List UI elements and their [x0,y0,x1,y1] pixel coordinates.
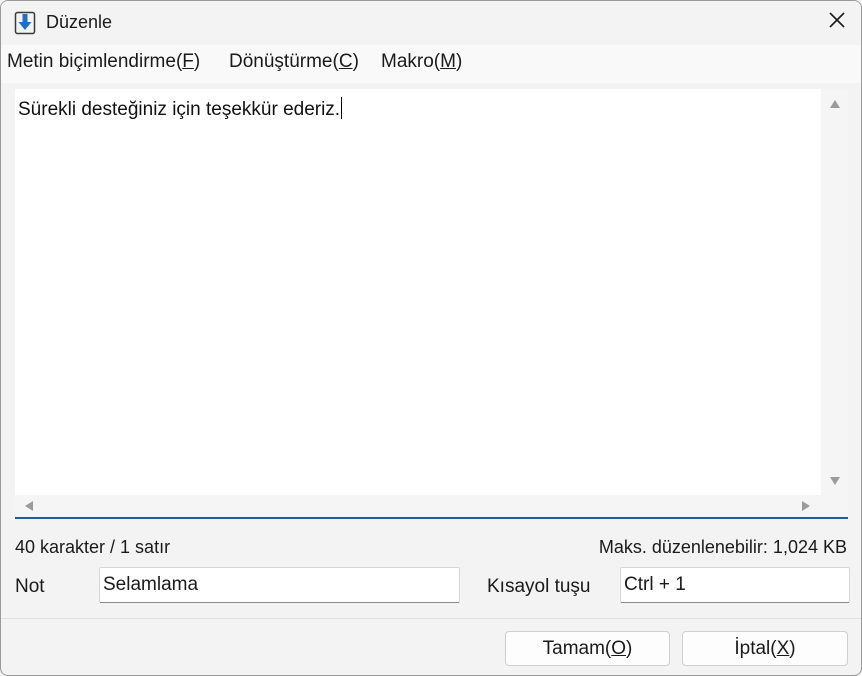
scrollbar-corner [821,495,848,517]
vertical-scrollbar[interactable] [821,89,848,495]
download-arrow-icon [14,11,36,35]
horizontal-scrollbar[interactable] [15,495,821,517]
close-button[interactable] [817,5,857,41]
menu-text-formatting[interactable]: Metin biçimlendirme(F) [7,51,200,73]
edit-dialog: Düzenle Metin biçimlendirme(F) Dönüştürm… [0,0,862,676]
editor-content: Sürekli desteğiniz için teşekkür ederiz. [18,99,341,120]
scroll-up-arrow-icon[interactable] [830,100,840,108]
close-icon [828,11,846,35]
character-line-count: 40 karakter / 1 satır [15,537,171,557]
scroll-left-arrow-icon[interactable] [25,501,33,511]
scroll-down-arrow-icon[interactable] [830,477,840,485]
text-caret [341,97,343,119]
cancel-button[interactable]: İptal(X) [682,631,848,666]
text-editor[interactable]: Sürekli desteğiniz için teşekkür ederiz. [15,89,848,519]
ok-button[interactable]: Tamam(O) [505,631,670,666]
max-size-info: Maks. düzenlenebilir: 1,024 KB [598,537,847,557]
window-title: Düzenle [46,12,113,32]
footer-divider [1,618,861,619]
note-label: Not [15,576,45,597]
shortcut-input[interactable] [620,567,850,603]
scroll-right-arrow-icon[interactable] [802,501,810,511]
shortcut-label: Kısayol tuşu [487,576,591,597]
title-bar: Düzenle [1,1,861,45]
note-input[interactable] [99,567,460,603]
menu-conversion[interactable]: Dönüştürme(C) [229,51,359,73]
menu-macro[interactable]: Makro(M) [381,51,462,73]
menu-bar: Metin biçimlendirme(F) Dönüştürme(C) Mak… [1,45,861,83]
